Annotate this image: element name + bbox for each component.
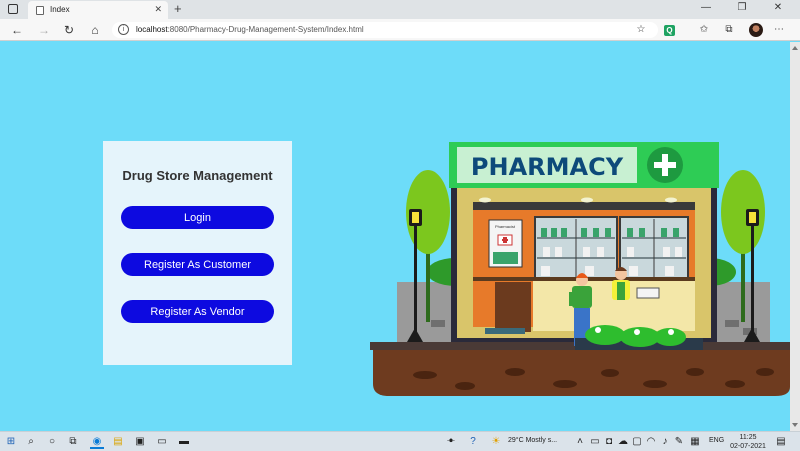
extension-q-icon[interactable]: Q: [664, 25, 675, 36]
pharmacy-illustration: Pharmacist PHARMACY: [370, 142, 790, 396]
camera-icon[interactable]: ◘: [602, 435, 616, 449]
collections-icon[interactable]: ⧉: [722, 23, 736, 37]
tab-strip: Index ✕ + — ❐ ✕: [0, 0, 800, 19]
profile-avatar[interactable]: [749, 23, 763, 37]
scroll-up-icon[interactable]: [792, 46, 798, 50]
task-view-icon[interactable]: ⧉: [66, 435, 80, 449]
help-icon[interactable]: ?: [466, 435, 480, 449]
menu-card: Drug Store Management Login Register As …: [103, 141, 292, 365]
taskbar: ⊞ ⌕ ○ ⧉ ◉ ▤ ▣ ▭ ▬ ꔹ ? ☀ 29°C Mostly s...…: [0, 431, 800, 451]
forward-arrow-icon[interactable]: →: [36, 22, 52, 38]
display-icon[interactable]: ▢: [630, 435, 644, 449]
cloud-icon[interactable]: ☁: [616, 435, 630, 449]
tab-index[interactable]: Index ✕: [28, 1, 168, 19]
cortana-icon[interactable]: ○: [45, 435, 59, 449]
page-icon: [36, 6, 44, 15]
new-tab-icon[interactable]: +: [174, 1, 182, 17]
clock[interactable]: 11:25 02-07-2021: [730, 433, 766, 451]
app-icon[interactable]: ▣: [133, 435, 147, 449]
tray-chevron-icon[interactable]: ˄: [573, 435, 587, 449]
wifi-icon[interactable]: ◠: [644, 435, 658, 449]
battery-icon[interactable]: ▭: [588, 435, 602, 449]
keyboard-icon[interactable]: ▦: [688, 435, 702, 449]
site-info-icon[interactable]: i: [118, 24, 129, 35]
language-indicator[interactable]: ENG: [709, 437, 724, 444]
more-menu-icon[interactable]: ⋯: [772, 23, 786, 37]
scrollbar[interactable]: [790, 42, 800, 431]
pen-icon[interactable]: ✎: [672, 435, 686, 449]
console-icon[interactable]: ▬: [177, 435, 191, 449]
search-icon[interactable]: ⌕: [24, 435, 38, 449]
close-window-icon[interactable]: ✕: [764, 2, 792, 13]
edge-browser-icon[interactable]: ◉: [90, 435, 104, 449]
scroll-down-icon[interactable]: [792, 423, 798, 427]
clock-time: 11:25: [739, 434, 757, 441]
pharmacy-store: Pharmacist: [451, 188, 717, 350]
volume-icon[interactable]: ♪: [658, 435, 672, 449]
window-menu-icon[interactable]: [8, 4, 18, 14]
pharmacy-sign: PHARMACY: [449, 142, 719, 188]
people-icon[interactable]: ꔹ: [444, 435, 458, 449]
favorites-list-icon[interactable]: ✩: [697, 23, 711, 37]
minimize-icon[interactable]: —: [692, 2, 720, 13]
back-arrow-icon[interactable]: ←: [9, 22, 25, 38]
register-customer-button[interactable]: Register As Customer: [121, 253, 274, 276]
right-wall: [710, 282, 770, 342]
close-tab-icon[interactable]: ✕: [154, 4, 162, 15]
login-button[interactable]: Login: [121, 206, 274, 229]
tab-title: Index: [50, 5, 70, 14]
poster-text: Pharmacist: [495, 224, 516, 229]
url-input[interactable]: i localhost:8080/Pharmacy-Drug-Managemen…: [112, 22, 658, 38]
url-text: localhost:8080/Pharmacy-Drug-Management-…: [136, 25, 364, 34]
windows-start-icon[interactable]: ⊞: [4, 435, 18, 449]
page-content: Drug Store Management Login Register As …: [0, 42, 790, 431]
ground: [370, 342, 790, 396]
terminal-icon[interactable]: ▭: [155, 435, 169, 449]
address-bar-row: ← → ↻ ⌂ i localhost:8080/Pharmacy-Drug-M…: [0, 19, 800, 41]
weather-icon: ☀: [491, 436, 501, 447]
clock-date: 02-07-2021: [730, 443, 766, 450]
restore-icon[interactable]: ❐: [728, 2, 756, 13]
refresh-icon[interactable]: ↻: [61, 22, 77, 38]
sign-text: PHARMACY: [471, 153, 624, 181]
notifications-icon[interactable]: ▤: [774, 435, 788, 449]
page-title: Drug Store Management: [122, 168, 273, 183]
weather-text[interactable]: 29°C Mostly s...: [508, 437, 557, 444]
file-explorer-icon[interactable]: ▤: [111, 435, 125, 449]
home-icon[interactable]: ⌂: [87, 22, 103, 38]
favorite-star-icon[interactable]: ☆: [634, 23, 648, 37]
register-vendor-button[interactable]: Register As Vendor: [121, 300, 274, 323]
